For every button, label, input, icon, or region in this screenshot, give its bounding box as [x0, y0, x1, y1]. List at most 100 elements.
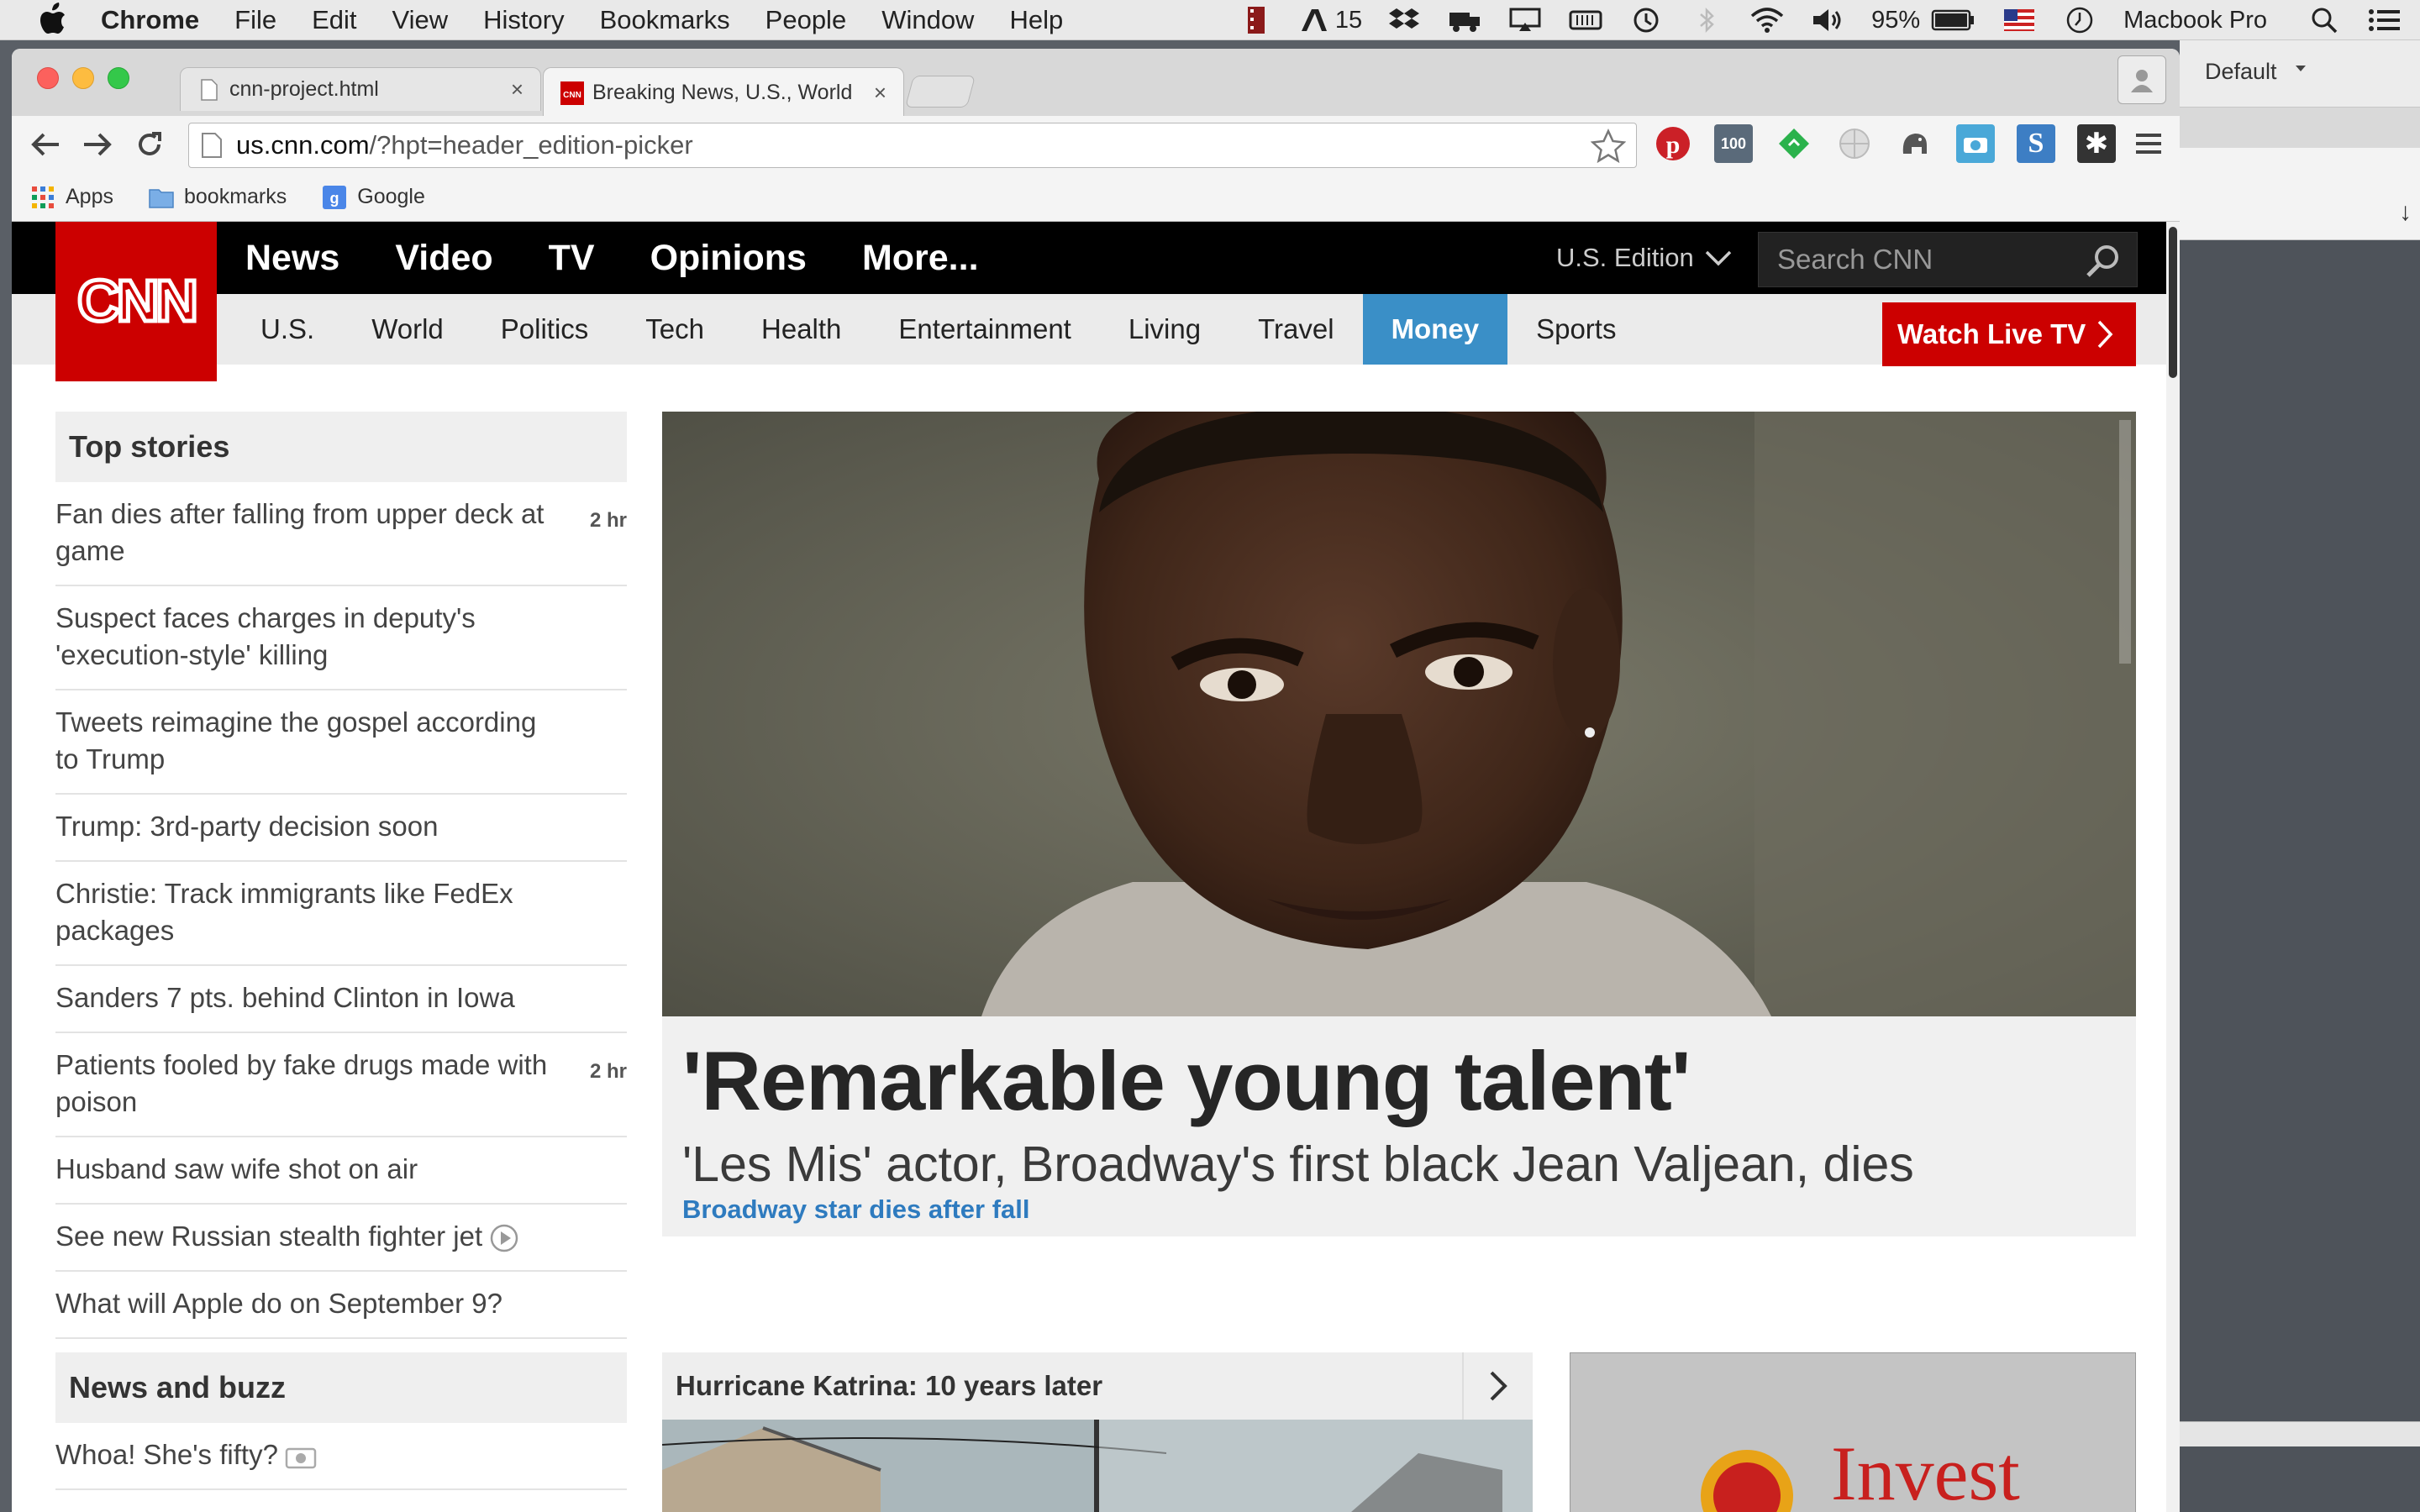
bluetooth-icon[interactable] [1690, 6, 1723, 34]
forward-button[interactable] [76, 123, 119, 166]
story-headline[interactable]: Whoa! She's fifty? [55, 1439, 278, 1470]
search-icon[interactable] [2085, 243, 2122, 280]
section-sports[interactable]: Sports [1507, 294, 1644, 365]
story-headline[interactable]: What will Apple do on September 9? [55, 1288, 502, 1319]
globe-icon[interactable] [1835, 124, 1874, 163]
new-tab-button[interactable] [904, 76, 976, 108]
tab-close-icon[interactable]: × [874, 80, 886, 106]
top-story-item[interactable]: Suspect faces charges in deputy's 'execu… [55, 586, 627, 690]
top-story-item[interactable]: Trump: 3rd-party decision soon [55, 795, 627, 862]
menu-file[interactable]: File [234, 5, 276, 35]
story-headline[interactable]: See new Russian stealth fighter jet [55, 1221, 482, 1252]
hero-related-link[interactable]: Broadway star dies after fall [682, 1194, 1030, 1225]
dropbox-icon[interactable] [1387, 6, 1421, 34]
back-button[interactable] [24, 123, 67, 166]
cnn-logo[interactable]: CNN [55, 222, 217, 381]
profile-button[interactable] [2118, 55, 2166, 104]
pinterest-icon[interactable]: p [1654, 124, 1692, 163]
hero-headline[interactable]: 'Remarkable young talent' [682, 1033, 1691, 1129]
story-headline[interactable]: Patients fooled by fake drugs made with … [55, 1049, 547, 1117]
section-world[interactable]: World [343, 294, 472, 365]
s-icon[interactable]: S [2017, 124, 2055, 163]
menu-help[interactable]: Help [1009, 5, 1063, 35]
wifi-icon[interactable] [1750, 6, 1784, 34]
menu-edit[interactable]: Edit [312, 5, 356, 35]
notification-center-icon[interactable] [2368, 6, 2402, 34]
time-machine-icon[interactable] [1629, 6, 1663, 34]
menu-history[interactable]: History [483, 5, 564, 35]
hero-story[interactable]: 'Remarkable young talent' 'Les Mis' acto… [662, 412, 2136, 1236]
minimize-window-button[interactable] [72, 67, 94, 89]
bookmark-google[interactable]: g Google [322, 185, 425, 209]
story-headline[interactable]: Sanders 7 pts. behind Clinton in Iowa [55, 982, 515, 1013]
chevron-right-icon[interactable] [1462, 1352, 1533, 1420]
address-bar[interactable]: us.cnn.com /?hpt=header_edition-picker [188, 123, 1637, 168]
top-story-item[interactable]: Fan dies after falling from upper deck a… [55, 482, 627, 586]
asterisk-icon[interactable]: ✱ [2077, 124, 2116, 163]
section-health[interactable]: Health [733, 294, 870, 365]
story-headline[interactable]: Tweets reimagine the gospel according to… [55, 706, 536, 774]
battery-icon[interactable] [1930, 6, 1975, 34]
katrina-photo[interactable] [662, 1420, 1533, 1512]
story-headline[interactable]: Fan dies after falling from upper deck a… [55, 498, 544, 566]
truck-icon[interactable] [1448, 6, 1481, 34]
hero-photo[interactable] [662, 412, 2136, 1016]
us-flag-icon[interactable] [2002, 6, 2036, 34]
top-story-item[interactable]: What will Apple do on September 9? [55, 1272, 627, 1339]
buzz-story-item[interactable]: Whoa! She's fifty? [55, 1423, 627, 1490]
elephant-icon[interactable] [1896, 124, 1934, 163]
menu-app-chrome[interactable]: Chrome [101, 5, 199, 35]
katrina-card[interactable]: Hurricane Katrina: 10 years later [662, 1352, 1533, 1512]
story-headline[interactable]: Husband saw wife shot on air [55, 1153, 418, 1184]
section-politics[interactable]: Politics [472, 294, 618, 365]
apple-menu-icon[interactable] [35, 2, 67, 39]
chevron-down-icon[interactable] [2296, 66, 2306, 71]
top-story-item[interactable]: Husband saw wife shot on air [55, 1137, 627, 1205]
memory-icon[interactable] [1569, 6, 1602, 34]
tab-close-icon[interactable]: × [511, 76, 523, 102]
camera-icon[interactable] [1956, 124, 1995, 163]
top-story-item[interactable]: Sanders 7 pts. behind Clinton in Iowa [55, 966, 627, 1033]
story-headline[interactable]: Christie: Track immigrants like FedEx pa… [55, 878, 513, 946]
search-input[interactable]: Search CNN [1758, 232, 2138, 287]
page-info-icon[interactable] [201, 132, 223, 159]
section-travel[interactable]: Travel [1229, 294, 1362, 365]
reload-button[interactable] [128, 123, 171, 166]
top-story-item[interactable]: See new Russian stealth fighter jet [55, 1205, 627, 1272]
story-headline[interactable]: Trump: 3rd-party decision soon [55, 811, 438, 842]
counter-100-icon[interactable]: 100 [1714, 124, 1753, 163]
nav-opinions[interactable]: Opinions [650, 238, 807, 279]
zoom-window-button[interactable] [108, 67, 129, 89]
user-name[interactable]: Macbook Pro [2123, 7, 2267, 34]
bookmark-apps[interactable]: Apps [30, 185, 113, 209]
top-story-item[interactable]: Christie: Track immigrants like FedEx pa… [55, 862, 627, 966]
tab-cnn-project[interactable]: cnn-project.html × [180, 67, 541, 111]
section-entertainment[interactable]: Entertainment [870, 294, 1099, 365]
section-living[interactable]: Living [1100, 294, 1229, 365]
chrome-menu-icon[interactable] [2129, 124, 2168, 163]
background-window-scrollbar[interactable] [2180, 1421, 2420, 1446]
advertisement[interactable]: Invest [1570, 1352, 2136, 1512]
close-window-button[interactable] [37, 67, 59, 89]
top-story-item[interactable]: Tweets reimagine the gospel according to… [55, 690, 627, 795]
hero-subheadline[interactable]: 'Les Mis' actor, Broadway's first black … [682, 1136, 1914, 1193]
edition-picker[interactable]: U.S. Edition [1556, 222, 1733, 294]
airplay-icon[interactable] [1508, 6, 1542, 34]
menu-bookmarks[interactable]: Bookmarks [600, 5, 730, 35]
nav-news[interactable]: News [245, 238, 339, 279]
menu-view[interactable]: View [392, 5, 449, 35]
nav-tv[interactable]: TV [549, 238, 595, 279]
feedly-icon[interactable] [1775, 124, 1813, 163]
menu-window[interactable]: Window [881, 5, 974, 35]
spotlight-icon[interactable] [2307, 6, 2341, 34]
bookmark-star-icon[interactable] [1591, 129, 1626, 164]
tab-cnn-breaking-news[interactable]: CNN Breaking News, U.S., World × [543, 67, 904, 118]
watch-live-tv-button[interactable]: Watch Live TV [1882, 302, 2136, 366]
default-profile-dropdown[interactable]: Default [2205, 59, 2277, 85]
top-story-item[interactable]: Patients fooled by fake drugs made with … [55, 1033, 627, 1137]
film-icon[interactable] [1239, 6, 1273, 34]
bookmark-folder[interactable]: bookmarks [149, 185, 287, 209]
katrina-card-title[interactable]: Hurricane Katrina: 10 years later [676, 1370, 1102, 1402]
story-headline[interactable]: Suspect faces charges in deputy's 'execu… [55, 602, 476, 670]
volume-icon[interactable] [1811, 6, 1844, 34]
